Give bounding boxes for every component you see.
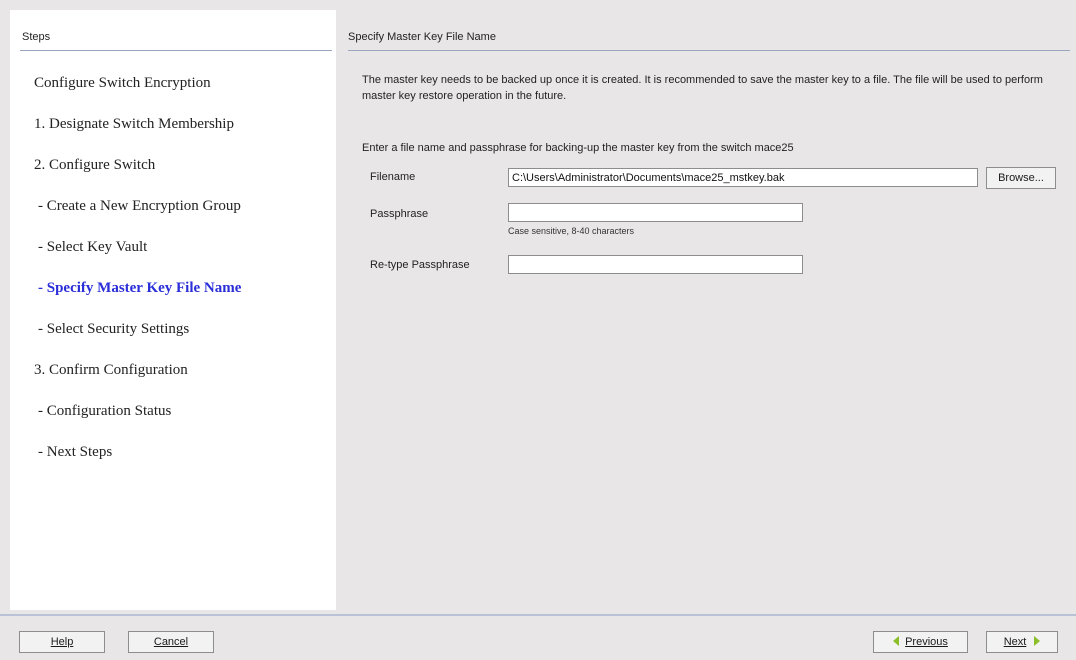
content-panel: Specify Master Key File Name The master … (338, 10, 1076, 610)
retype-passphrase-input[interactable] (508, 255, 803, 274)
steps-panel: Steps Configure Switch Encryption 1. Des… (10, 10, 336, 610)
cancel-button-label: Cancel (153, 636, 189, 648)
next-button[interactable]: Next (986, 631, 1058, 653)
previous-button-label: Previous (905, 636, 948, 648)
retype-passphrase-label: Re-type Passphrase (370, 259, 470, 271)
step-designate-switch-membership: 1. Designate Switch Membership (34, 116, 234, 132)
browse-button[interactable]: Browse... (986, 167, 1056, 189)
passphrase-label: Passphrase (370, 208, 429, 220)
arrow-right-icon (1034, 636, 1041, 647)
help-button-label: Help (50, 636, 74, 648)
step-select-security-settings: - Select Security Settings (38, 321, 190, 337)
cancel-button[interactable]: Cancel (128, 631, 214, 653)
arrow-left-icon (893, 636, 900, 647)
step-next-steps: - Next Steps (38, 444, 113, 460)
passphrase-input[interactable] (508, 203, 803, 222)
filename-label: Filename (370, 171, 416, 183)
page-title: Specify Master Key File Name (348, 31, 496, 43)
previous-button[interactable]: Previous (873, 631, 968, 653)
passphrase-hint: Case sensitive, 8-40 characters (508, 226, 635, 236)
step-create-encryption-group: - Create a New Encryption Group (38, 198, 241, 214)
step-configure-switch: 2. Configure Switch (34, 157, 156, 173)
footer-bar: Help Cancel Previous Next (0, 616, 1076, 660)
filename-input[interactable] (508, 168, 978, 187)
step-confirm-configuration: 3. Confirm Configuration (34, 362, 188, 378)
step-select-key-vault: - Select Key Vault (38, 239, 148, 255)
next-button-label: Next (1003, 636, 1027, 648)
steps-panel-title: Steps (22, 31, 51, 43)
step-configure-switch-encryption: Configure Switch Encryption (34, 75, 211, 91)
content-header-divider (348, 50, 1070, 51)
steps-list: Configure Switch Encryption 1. Designate… (34, 73, 241, 483)
steps-header-divider (20, 50, 332, 51)
instruction-text: Enter a file name and passphrase for bac… (362, 142, 794, 154)
description-text: The master key needs to be backed up onc… (362, 74, 1043, 102)
help-button[interactable]: Help (19, 631, 105, 653)
step-configuration-status: - Configuration Status (38, 403, 172, 419)
step-specify-master-key-file-name: - Specify Master Key File Name (38, 280, 242, 296)
